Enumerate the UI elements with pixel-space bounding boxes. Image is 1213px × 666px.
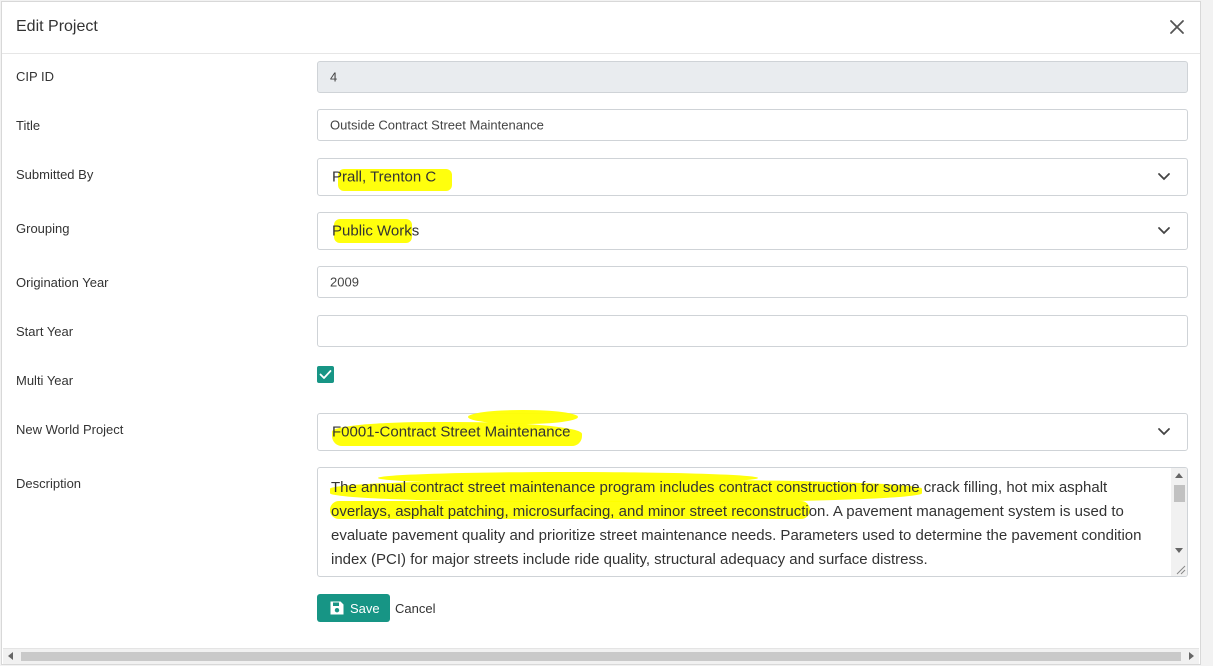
- scroll-right-icon[interactable]: [1189, 652, 1194, 660]
- save-button[interactable]: Save: [317, 594, 390, 622]
- submitted-by-label: Submitted By: [16, 167, 94, 182]
- grouping-value[interactable]: Public Works: [332, 223, 419, 240]
- title-value[interactable]: Outside Contract Street Maintenance: [330, 118, 544, 133]
- resize-handle-icon[interactable]: [1175, 564, 1186, 575]
- origination-year-input[interactable]: 2009: [317, 266, 1188, 298]
- horizontal-scroll-thumb[interactable]: [21, 652, 1181, 661]
- title-input[interactable]: Outside Contract Street Maintenance: [317, 109, 1188, 141]
- multi-year-label: Multi Year: [16, 373, 74, 388]
- close-button[interactable]: [1166, 16, 1188, 38]
- description-textarea[interactable]: The annual contract street maintenance p…: [317, 467, 1188, 577]
- floppy-disk-icon: [330, 601, 344, 615]
- grouping-label: Grouping: [16, 221, 70, 236]
- highlight-mark: [468, 410, 578, 424]
- new-world-project-label: New World Project: [16, 422, 124, 437]
- save-button-label[interactable]: Save: [350, 601, 380, 616]
- grouping-select[interactable]: Public Works: [317, 212, 1188, 250]
- origination-year-value[interactable]: 2009: [330, 275, 359, 290]
- new-world-project-select[interactable]: F0001-Contract Street Maintenance: [317, 410, 1188, 451]
- close-icon[interactable]: [1166, 16, 1188, 38]
- description-label: Description: [16, 476, 82, 491]
- cancel-button[interactable]: Cancel: [395, 601, 435, 616]
- scroll-down-icon[interactable]: [1175, 548, 1183, 553]
- description-scrollbar[interactable]: [1171, 468, 1187, 576]
- chevron-down-icon[interactable]: [1157, 172, 1171, 182]
- horizontal-scrollbar[interactable]: [3, 648, 1199, 664]
- new-world-project-value[interactable]: F0001-Contract Street Maintenance: [332, 424, 570, 441]
- start-year-input[interactable]: [317, 315, 1188, 347]
- scroll-left-icon[interactable]: [8, 652, 13, 660]
- title-label: Title: [16, 118, 41, 133]
- origination-year-label: Origination Year: [16, 275, 109, 290]
- description-text[interactable]: The annual contract street maintenance p…: [331, 476, 1161, 572]
- scroll-up-icon[interactable]: [1175, 473, 1183, 478]
- edit-project-dialog: Edit Project CIP ID 4 Title Outside Cont…: [1, 1, 1201, 665]
- scroll-thumb[interactable]: [1174, 485, 1185, 502]
- chevron-down-icon[interactable]: [1157, 226, 1171, 236]
- dialog-title: Edit Project: [16, 18, 98, 35]
- chevron-down-icon[interactable]: [1157, 427, 1171, 437]
- multi-year-checkbox[interactable]: [317, 366, 334, 383]
- header-divider: [2, 53, 1200, 54]
- cip-id-label: CIP ID: [16, 69, 55, 84]
- cip-id-field: 4: [317, 61, 1188, 93]
- submitted-by-select[interactable]: Prall, Trenton C: [317, 158, 1188, 196]
- check-icon: [319, 370, 332, 379]
- cip-id-value: 4: [330, 69, 338, 85]
- submitted-by-value[interactable]: Prall, Trenton C: [332, 169, 436, 186]
- start-year-label: Start Year: [16, 324, 74, 339]
